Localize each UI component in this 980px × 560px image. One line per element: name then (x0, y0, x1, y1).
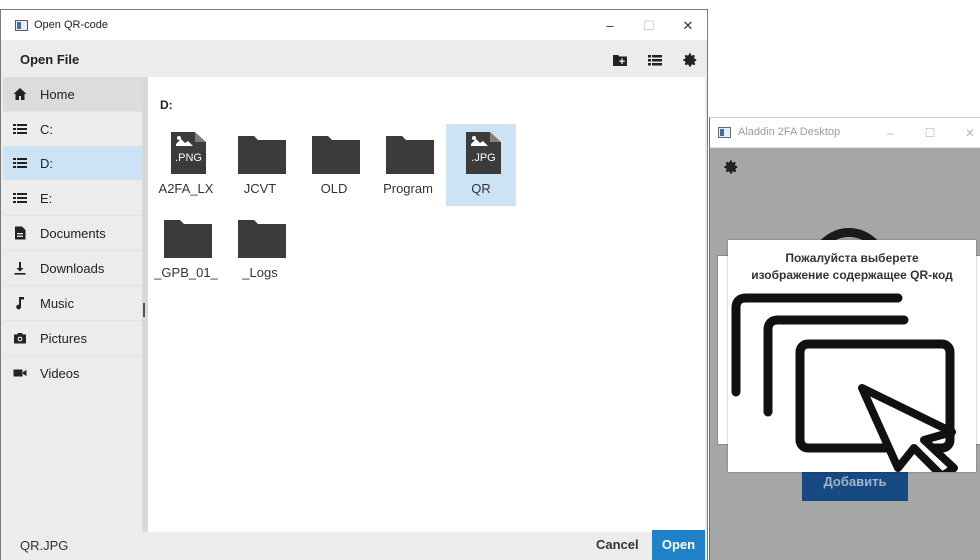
sidebar-item-label: Home (40, 86, 75, 102)
sidebar-item-label: D: (40, 155, 53, 171)
app-icon (15, 20, 28, 31)
sidebar-item-d-drive[interactable]: D: (3, 146, 142, 180)
file-type-badge: .PNG (175, 152, 202, 164)
drive-icon (13, 124, 27, 134)
file-browser: D: .PNG A2FA_LX JCVT OLD Program .JPG QR… (148, 77, 705, 537)
sidebar-item-pictures[interactable]: Pictures (3, 321, 142, 355)
home-icon (13, 88, 27, 100)
qr-hint-popup: Пожалуйста выберете изображение содержащ… (728, 240, 976, 472)
folder-item-program[interactable]: Program (373, 124, 443, 206)
minimize-button[interactable]: – (880, 124, 900, 142)
selected-filename-field[interactable]: QR.JPG (20, 538, 68, 553)
gear-icon[interactable] (682, 52, 698, 68)
file-item-qr[interactable]: .JPG QR (446, 124, 516, 206)
list-view-icon[interactable] (647, 52, 663, 68)
dialog-titlebar: Open QR-code – ☐ ✕ (1, 10, 707, 40)
download-icon (14, 262, 26, 275)
music-icon (16, 297, 24, 310)
new-folder-icon[interactable] (612, 52, 628, 68)
dialog-window-title: Open QR-code (34, 19, 108, 31)
close-button[interactable]: ✕ (677, 16, 699, 36)
maximize-button[interactable]: ☐ (920, 124, 940, 142)
folder-item-jcvt[interactable]: JCVT (225, 124, 295, 206)
current-path: D: (160, 98, 173, 112)
folder-icon (238, 136, 286, 174)
sidebar-item-downloads[interactable]: Downloads (3, 251, 142, 285)
camera-icon (14, 333, 26, 344)
drive-icon (13, 193, 27, 203)
image-file-icon: .JPG (466, 132, 501, 174)
folder-icon (312, 136, 360, 174)
open-button[interactable]: Open (652, 530, 705, 560)
dialog-header: Open File (1, 40, 707, 80)
sidebar-item-label: Pictures (40, 330, 87, 346)
splitter-grip[interactable] (143, 303, 145, 317)
folder-item-old[interactable]: OLD (299, 124, 369, 206)
aladdin-titlebar: Aladdin 2FA Desktop – ☐ ✕ (710, 118, 980, 148)
header-title: Open File (20, 52, 80, 67)
image-file-icon: .PNG (171, 132, 206, 174)
sidebar-item-label: Downloads (40, 260, 105, 276)
app-icon (718, 127, 731, 138)
sidebar-item-home[interactable]: Home (3, 77, 142, 111)
file-item-a2fa-lx[interactable]: .PNG A2FA_LX (151, 124, 221, 206)
sidebar-item-documents[interactable]: Documents (3, 216, 142, 250)
sidebar-item-label: Music (40, 295, 74, 311)
sidebar-item-e-drive[interactable]: E: (3, 181, 142, 215)
maximize-button[interactable]: ☐ (638, 16, 660, 36)
select-image-illustration (731, 293, 958, 472)
file-name: QR (471, 181, 491, 196)
sidebar-item-label: Documents (40, 225, 106, 241)
sidebar-item-label: Videos (40, 365, 80, 381)
drive-icon (13, 158, 27, 168)
dialog-footer: QR.JPG Cancel Open (1, 530, 707, 560)
sidebar-item-music[interactable]: Music (3, 286, 142, 320)
document-icon (15, 226, 26, 240)
close-button[interactable]: ✕ (960, 124, 980, 142)
aladdin-window-title: Aladdin 2FA Desktop (738, 126, 841, 138)
folder-name: _Logs (242, 265, 278, 280)
popup-message: Пожалуйста выберете изображение содержащ… (728, 250, 976, 284)
places-sidebar: Home C: D: E: Documents Downloads Music … (3, 77, 142, 537)
file-type-badge: .JPG (471, 152, 495, 164)
popup-message-line2: изображение содержащее QR-код (751, 268, 953, 282)
sidebar-item-videos[interactable]: Videos (3, 356, 142, 390)
gear-icon[interactable] (723, 159, 739, 175)
popup-message-line1: Пожалуйста выберете (785, 251, 919, 265)
sidebar-item-c-drive[interactable]: C: (3, 112, 142, 146)
folder-item-logs[interactable]: _Logs (225, 208, 295, 290)
minimize-button[interactable]: – (599, 16, 621, 36)
cancel-button[interactable]: Cancel (596, 537, 639, 552)
folder-icon (386, 136, 434, 174)
sidebar-item-label: E: (40, 190, 53, 206)
sidebar-item-label: C: (40, 121, 53, 137)
open-file-dialog: Open QR-code – ☐ ✕ Open File Home C: D: … (0, 9, 708, 560)
folder-icon (238, 220, 286, 258)
folder-item-gpb-01[interactable]: _GPB_01_ (151, 208, 221, 290)
video-icon (13, 369, 27, 377)
desktop: Aladdin 2FA Desktop – ☐ ✕ Добавить Пожал… (0, 0, 980, 560)
folder-icon (164, 220, 212, 258)
